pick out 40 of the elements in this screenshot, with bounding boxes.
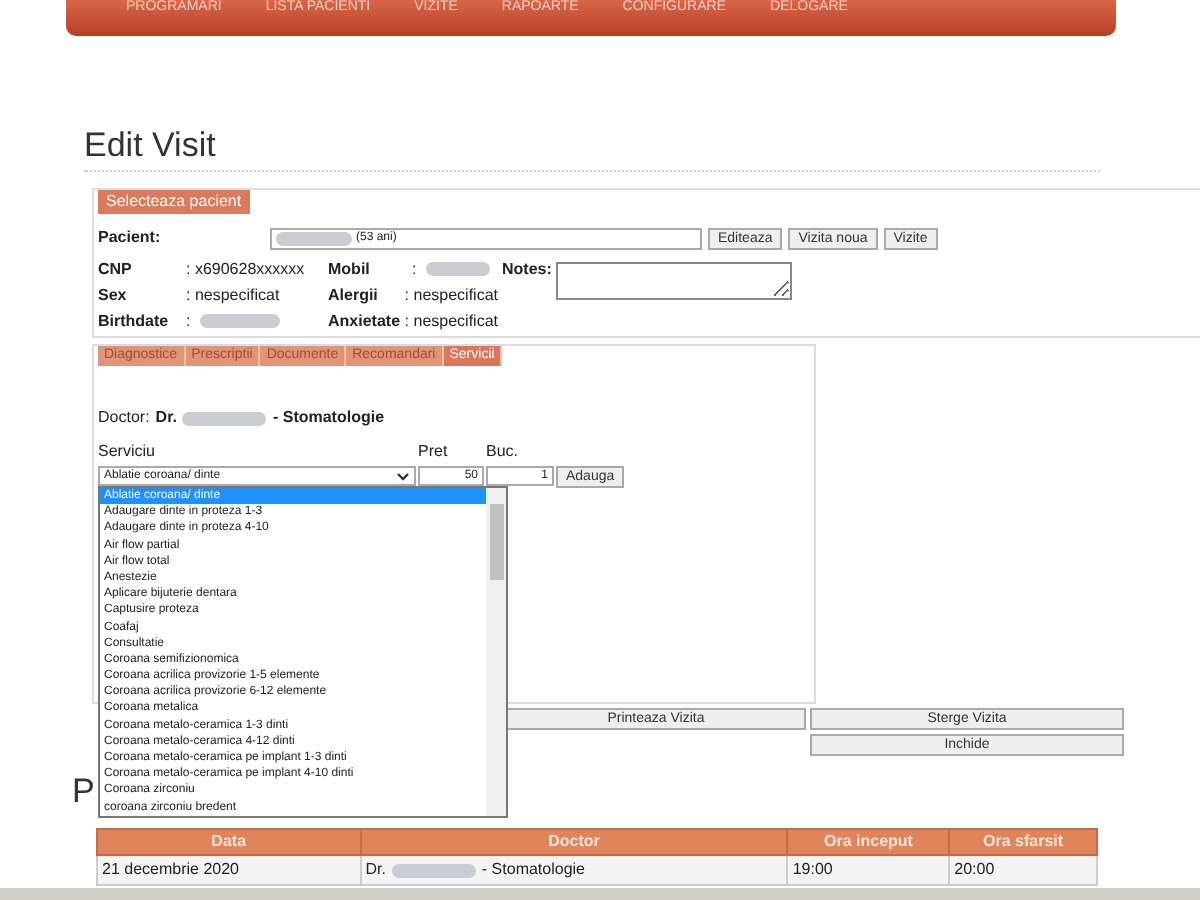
blurred-text — [391, 863, 476, 877]
field-label: Anxietate — [328, 309, 403, 333]
table-cell: 21 decembrie 2020 — [97, 855, 361, 885]
doctor-specialty: - Stomatologie — [272, 406, 385, 430]
field-value: : nespecificat — [404, 283, 498, 307]
section-heading: P — [72, 772, 95, 812]
blurred-text — [182, 411, 267, 425]
field-value: : — [186, 309, 191, 333]
column-header: Ora inceput — [787, 829, 950, 855]
field-value: : nespecificat — [404, 309, 498, 333]
notes-label: Notes: — [502, 258, 552, 282]
scrollbar-thumb[interactable] — [489, 504, 503, 580]
field-label: Mobil — [328, 257, 372, 281]
table-cell: Dr. - Stomatologie — [360, 855, 788, 885]
table-cell: 19:00 — [787, 855, 950, 885]
page-title: Edit Visit — [84, 126, 218, 166]
field-value: : nespecificat — [186, 283, 280, 307]
quantity-label: Buc. — [486, 440, 519, 464]
service-label: Serviciu — [98, 440, 157, 464]
field-label: CNP — [98, 257, 134, 281]
horizontal-scrollbar[interactable] — [0, 888, 1200, 900]
column-header: Data — [97, 829, 361, 855]
field-label: Alergii — [328, 283, 380, 307]
field-value: : x690628xxxxxx — [186, 257, 305, 281]
blurred-text — [200, 313, 281, 328]
field-label: Sex — [98, 283, 129, 307]
patient-label: Pacient: — [98, 226, 163, 250]
field-label: Birthdate — [98, 309, 171, 333]
scrollbar[interactable] — [486, 488, 506, 816]
doctor-prefix: Dr. — [155, 406, 177, 430]
field-value: : — [412, 257, 417, 281]
chevron-down-icon — [396, 471, 410, 481]
blurred-text — [276, 231, 352, 245]
blurred-text — [426, 261, 491, 276]
column-header: Doctor — [360, 829, 788, 855]
price-label: Pret — [418, 440, 450, 464]
column-header: Ora sfarsit — [949, 829, 1097, 855]
doctor-label: Doctor: — [98, 406, 150, 430]
table-cell: 20:00 — [949, 855, 1097, 885]
notes-field[interactable] — [555, 262, 792, 300]
